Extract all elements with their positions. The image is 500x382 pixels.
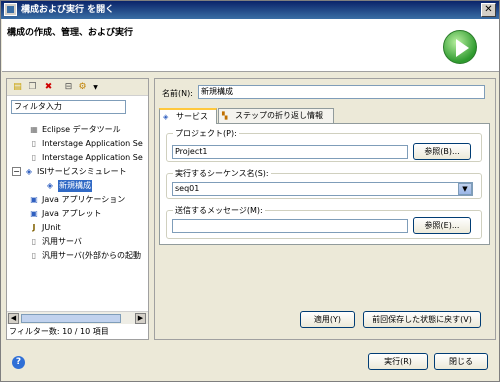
database-icon: ▦ [30,125,38,134]
tab-bar: ◈ サービス ▚ ステップの折り返し情報 [156,108,334,124]
collapse-icon[interactable]: ⊟ [63,82,74,93]
config-tree: ▦ Eclipse データツール ▯ Interstage Applicatio… [12,125,143,260]
project-label: プロジェクト(P): [173,128,239,139]
tab-step-wrap-info[interactable]: ▚ ステップの折り返し情報 [218,108,334,124]
message-field[interactable] [172,219,408,233]
server-icon: ▯ [31,139,37,148]
server-icon: ▯ [31,153,37,162]
junit-icon: J [32,223,36,232]
service-icon: ◈ [25,167,33,176]
scroll-thumb[interactable] [21,314,121,323]
apply-button[interactable]: 適用(Y) [300,311,355,328]
tab-service[interactable]: ◈ サービス [159,108,217,124]
server-icon: ▯ [31,237,37,246]
tree-toolbar: ▤ ❐ ✖ ⊟ ⚙ ▼ [7,79,148,96]
tree-item-isi-simulate[interactable]: − ◈ ISIサービスシミュレート [12,166,142,178]
window-title: 構成および実行 を開く [21,5,115,15]
applet-icon: ▣ [30,209,38,218]
dialog-window: 構成および実行 を開く ✕ 構成の作成、管理、および実行 ▤ ❐ ✖ ⊟ ⚙ ▼… [0,0,500,382]
title-bar: 構成および実行 を開く ✕ [1,1,499,19]
app-icon [4,3,17,16]
close-button[interactable]: 閉じる [434,353,488,370]
help-icon[interactable]: ? [12,356,25,369]
name-label: 名前(N): [162,89,193,98]
project-field[interactable]: Project1 [172,145,408,159]
step-icon: ▚ [222,112,228,120]
configuration-tree-pane: ▤ ❐ ✖ ⊟ ⚙ ▼ フィルタ入力 ▦ Eclipse データツール ▯ In… [6,78,149,340]
chevron-down-icon[interactable]: ▼ [458,183,472,195]
duplicate-icon[interactable]: ❐ [27,82,38,93]
sequence-select[interactable]: seq01 [172,182,473,196]
banner: 構成の作成、管理、および実行 [2,19,499,72]
scroll-left-icon[interactable]: ◀ [8,313,19,324]
message-label: 送信するメッセージ(M): [173,205,265,216]
tree-horizontal-scrollbar[interactable]: ◀ ▶ [7,311,148,324]
java-app-icon: ▣ [30,195,38,204]
service-icon: ◈ [163,113,169,121]
scroll-right-icon[interactable]: ▶ [135,313,146,324]
delete-icon[interactable]: ✖ [43,82,54,93]
chevron-down-icon[interactable]: ▼ [90,82,101,93]
config-icon: ◈ [46,181,54,190]
run-icon [443,30,477,64]
filter-status: フィルター数: 10 / 10 項目 [9,327,109,336]
run-button[interactable]: 実行(R) [368,353,428,370]
browse-project-button[interactable]: 参照(B)... [413,143,471,160]
sequence-label: 実行するシーケンス名(S): [173,168,271,179]
service-tab-panel: プロジェクト(P): Project1 参照(B)... 実行するシーケンス名(… [159,123,490,245]
server-icon: ▯ [31,251,37,260]
close-icon[interactable]: ✕ [481,3,496,17]
filter-icon[interactable]: ⚙ [77,82,88,93]
filter-input[interactable]: フィルタ入力 [11,100,126,114]
collapse-toggle-icon[interactable]: − [12,167,21,176]
revert-button[interactable]: 前回保存した状態に戻す(V) [363,311,481,328]
browse-message-button[interactable]: 参照(E)... [413,217,471,234]
new-config-icon[interactable]: ▤ [12,82,23,93]
banner-title: 構成の作成、管理、および実行 [7,28,134,38]
name-field[interactable]: 新規構成 [198,85,485,99]
